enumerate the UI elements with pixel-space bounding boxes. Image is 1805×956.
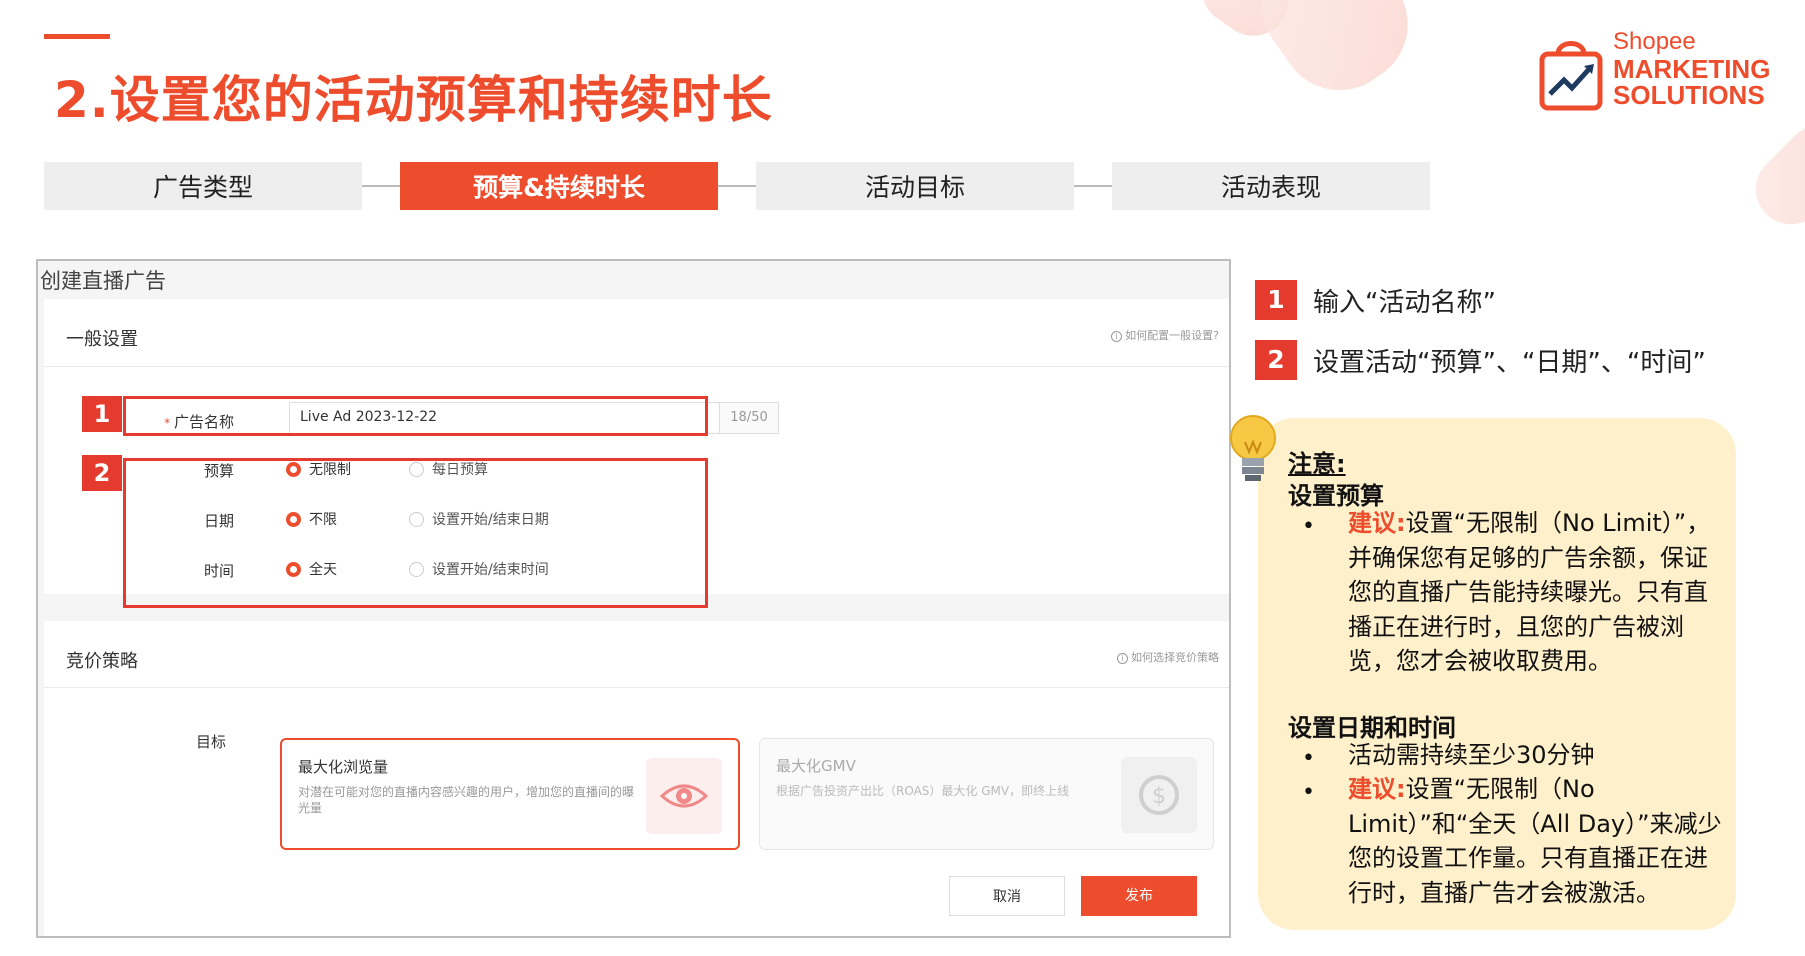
title-accent-bar [44,34,110,39]
svg-text:$: $ [1152,784,1166,809]
step-campaign-goal: 活动目标 [756,162,1074,210]
step-progress: 广告类型 预算&持续时长 活动目标 活动表现 [44,162,1430,210]
goal-description: 根据广告投资产出比（ROAS）最大化 GMV，即终上线 [776,784,1070,798]
help-link-text: 如何配置一般设置? [1125,329,1219,342]
step-ad-type: 广告类型 [44,162,362,210]
char-counter: 18/50 [719,402,779,434]
eye-icon [646,758,722,834]
highlight-budget-date-time [123,458,708,608]
instruction-text: 设置活动“预算”、“日期”、“时间” [1313,347,1706,378]
instruction-2: 2 设置活动“预算”、“日期”、“时间” [1255,340,1706,380]
logo-tagline: MARKETING SOLUTIONS [1613,56,1770,108]
advice-label: 建议: [1348,509,1406,537]
shopee-marketing-logo: Shopee MARKETING SOLUTIONS [1538,28,1770,116]
publish-button[interactable]: 发布 [1081,876,1197,916]
highlight-ad-name [123,396,708,436]
goal-title: 最大化GMV [776,757,856,775]
instruction-1: 1 输入“活动名称” [1255,280,1496,320]
divider [44,687,1229,688]
cancel-button[interactable]: 取消 [949,876,1065,916]
instruction-text: 输入“活动名称” [1313,287,1496,318]
note-time-bullet-2: 建议:设置“无限制（No Limit）”和“全天（All Day）”来减少您的设… [1348,772,1723,910]
bullet: • [1302,514,1315,539]
logo-line-solutions: SOLUTIONS [1613,80,1765,110]
lightbulb-icon [1230,415,1276,481]
advice-label: 建议: [1348,775,1406,803]
shopping-bag-icon [1539,41,1603,111]
divider [44,366,1229,367]
marker-2: 2 [82,455,122,491]
bidding-heading: 竞价策略 [66,651,138,672]
goal-title: 最大化浏览量 [298,758,389,776]
panel-title: 创建直播广告 [40,269,166,293]
note-budget-text: 建议:设置“无限制（No Limit）”，并确保您有足够的广告余额，保证您的直播… [1348,506,1723,679]
decor-shape [1741,111,1805,239]
goal-max-views-card[interactable]: 最大化浏览量 对潜在可能对您的直播内容感兴趣的用户，增加您的直播间的曝光量 [280,738,740,850]
step-connector [362,185,402,187]
bullet: • [1302,746,1315,771]
instruction-number: 2 [1255,340,1297,380]
logo-line-marketing: MARKETING [1613,54,1771,84]
dollar-coin-icon: $ [1121,757,1197,833]
info-icon: i [1111,331,1123,342]
goal-label: 目标 [195,733,226,751]
step-performance: 活动表现 [1112,162,1430,210]
general-settings-heading: 一般设置 [66,329,138,350]
goal-description: 对潜在可能对您的直播内容感兴趣的用户，增加您的直播间的曝光量 [298,785,635,815]
instruction-number: 1 [1255,280,1297,320]
logo-brand: Shopee [1613,28,1696,55]
help-link-text: 如何选择竞价策略 [1131,651,1219,664]
general-settings-help[interactable]: i 如何配置一般设置? [1111,327,1219,343]
decor-shape [1238,0,1432,114]
bidding-strategy-card: 竞价策略 i 如何选择竞价策略 目标 最大化浏览量 对潜在可能对您的直播内容感兴趣… [44,621,1229,936]
step-connector [1074,185,1114,187]
tips-note-card: 注意: 设置预算 • 建议:设置“无限制（No Limit）”，并确保您有足够的… [1258,418,1736,930]
info-icon: i [1117,653,1128,664]
bidding-help[interactable]: i 如何选择竞价策略 [1117,649,1219,665]
page-title: 2.设置您的活动预算和持续时长 [54,71,773,129]
goal-max-gmv-card[interactable]: 最大化GMV 根据广告投资产出比（ROAS）最大化 GMV，即终上线 $ [759,738,1214,850]
note-time-bullet-1: 活动需持续至少30分钟 [1348,741,1595,769]
step-connector [718,185,758,187]
note-title: 注意: [1288,450,1346,478]
bullet: • [1302,780,1315,805]
marker-1: 1 [82,396,122,432]
step-budget-duration: 预算&持续时长 [400,162,718,210]
